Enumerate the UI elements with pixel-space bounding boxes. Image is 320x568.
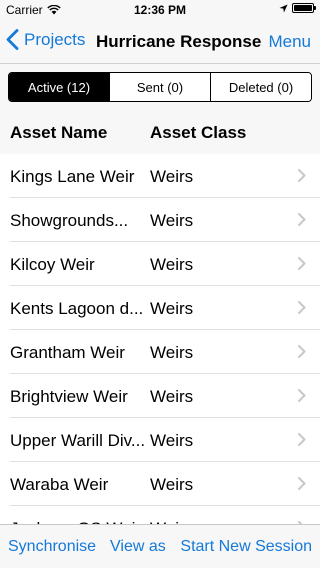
menu-button[interactable]: Menu	[268, 32, 311, 52]
status-bar: Carrier 12:36 PM	[0, 0, 320, 20]
segment-deleted[interactable]: Deleted (0)	[210, 73, 311, 101]
segment-active[interactable]: Active (12)	[9, 73, 109, 101]
asset-class: Weirs	[150, 475, 194, 494]
status-right	[279, 3, 316, 13]
status-time: 12:36 PM	[133, 3, 187, 17]
asset-class: Weirs	[150, 299, 194, 318]
chevron-right-icon	[298, 169, 306, 182]
chevron-right-icon	[298, 301, 306, 314]
view-as-button[interactable]: View as	[110, 538, 166, 556]
table-row[interactable]: Kings Lane Weir Weirs	[0, 154, 320, 198]
segment-sent[interactable]: Sent (0)	[109, 73, 210, 101]
bottom-toolbar: Synchronise View as Start New Session	[0, 524, 320, 568]
asset-name: Showgrounds...	[10, 211, 129, 230]
back-button[interactable]: Projects	[6, 29, 85, 50]
table-row[interactable]: Kilcoy Weir Weirs	[0, 242, 320, 286]
table-row[interactable]: Upper Warill Div... Weirs	[0, 418, 320, 462]
column-header-asset-class: Asset Class	[150, 123, 247, 142]
chevron-right-icon	[298, 345, 306, 358]
table-row[interactable]: Showgrounds... Weirs	[0, 198, 320, 242]
asset-class: Weirs	[150, 211, 194, 230]
table-row[interactable]: Waraba Weir Weirs	[0, 462, 320, 506]
asset-name: Brightview Weir	[10, 387, 128, 406]
asset-class: Weirs	[150, 387, 194, 406]
location-arrow-icon	[279, 3, 288, 13]
chevron-left-icon	[6, 29, 19, 50]
chevron-right-icon	[298, 257, 306, 270]
asset-class: Weirs	[150, 167, 194, 186]
asset-class: Weirs	[150, 343, 194, 362]
page-title: Hurricane Response	[96, 32, 262, 51]
asset-class: Weirs	[150, 255, 194, 274]
asset-class: Weirs	[150, 431, 194, 450]
battery-icon	[292, 3, 316, 13]
asset-name: Kings Lane Weir	[10, 167, 135, 186]
asset-name: Waraba Weir	[10, 475, 109, 494]
start-new-session-button[interactable]: Start New Session	[180, 538, 312, 556]
battery-fill	[294, 5, 312, 11]
chevron-right-icon	[298, 477, 306, 490]
asset-name: Grantham Weir	[10, 343, 125, 362]
navigation-bar: Projects Hurricane Response Menu	[0, 20, 320, 64]
table-row[interactable]: Kents Lagoon d... Weirs	[0, 286, 320, 330]
synchronise-button[interactable]: Synchronise	[8, 538, 96, 556]
segment-area: Active (12) Sent (0) Deleted (0)	[0, 64, 320, 110]
back-button-label: Projects	[24, 29, 86, 49]
chevron-right-icon	[298, 213, 306, 226]
column-header: Asset Name Asset Class	[0, 110, 320, 154]
chevron-right-icon	[298, 433, 306, 446]
table-row[interactable]: Brightview Weir Weirs	[0, 374, 320, 418]
table-row[interactable]: Jackson GS WeirWeirs	[0, 506, 320, 524]
asset-name: Kents Lagoon d...	[10, 299, 144, 318]
asset-name: Upper Warill Div...	[10, 431, 146, 450]
asset-name: Kilcoy Weir	[10, 255, 95, 274]
column-header-asset-name: Asset Name	[10, 123, 108, 142]
table-row[interactable]: Grantham Weir Weirs	[0, 330, 320, 374]
asset-list[interactable]: Kings Lane Weir Weirs Showgrounds... Weirs K…	[0, 154, 320, 524]
chevron-right-icon	[298, 389, 306, 402]
status-segmented-control: Active (12) Sent (0) Deleted (0)	[8, 72, 312, 102]
